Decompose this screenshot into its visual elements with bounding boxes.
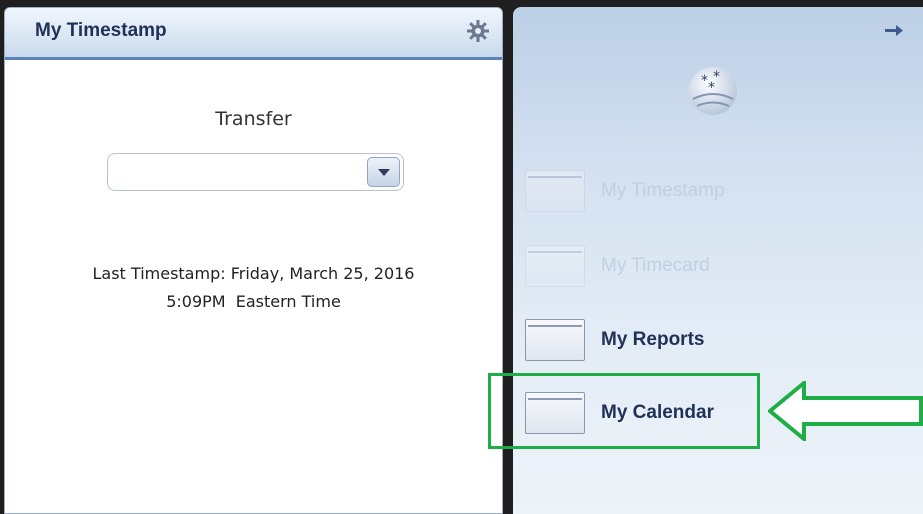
nav-item-label: My Reports — [601, 329, 705, 350]
svg-text:*: * — [708, 80, 715, 96]
nav-item-my-timestamp: My Timestamp — [525, 170, 855, 220]
transfer-label: Transfer — [215, 108, 292, 130]
tile-icon — [525, 245, 585, 287]
chevron-down-icon — [378, 169, 390, 176]
dropdown-button[interactable] — [367, 157, 400, 187]
nav-item-label: My Timestamp — [601, 180, 725, 201]
nav-item-my-timecard: My Timecard — [525, 245, 855, 295]
last-timestamp-date: Last Timestamp: Friday, March 25, 2016 — [92, 264, 415, 283]
panel-title: My Timestamp — [35, 20, 167, 41]
tile-icon — [525, 319, 585, 361]
my-timestamp-panel: My Timestamp Transfer Last Timestamp: Fr… — [4, 7, 503, 514]
last-timestamp-time: 5:09PM Eastern Time — [166, 292, 341, 311]
nav-item-my-reports[interactable]: My Reports — [525, 319, 855, 369]
highlight-box — [488, 373, 760, 449]
gear-icon[interactable] — [466, 19, 490, 43]
arrow-left-icon — [768, 381, 923, 441]
pin-icon[interactable] — [883, 23, 905, 37]
tile-icon — [525, 170, 585, 212]
panel-header: My Timestamp — [5, 8, 502, 60]
nav-item-label: My Timecard — [601, 255, 710, 276]
last-timestamp: Last Timestamp: Friday, March 25, 2016 5… — [5, 260, 502, 316]
transfer-dropdown[interactable] — [107, 153, 404, 191]
svg-text:*: * — [701, 73, 708, 89]
globe-icon: * * * — [689, 67, 737, 115]
